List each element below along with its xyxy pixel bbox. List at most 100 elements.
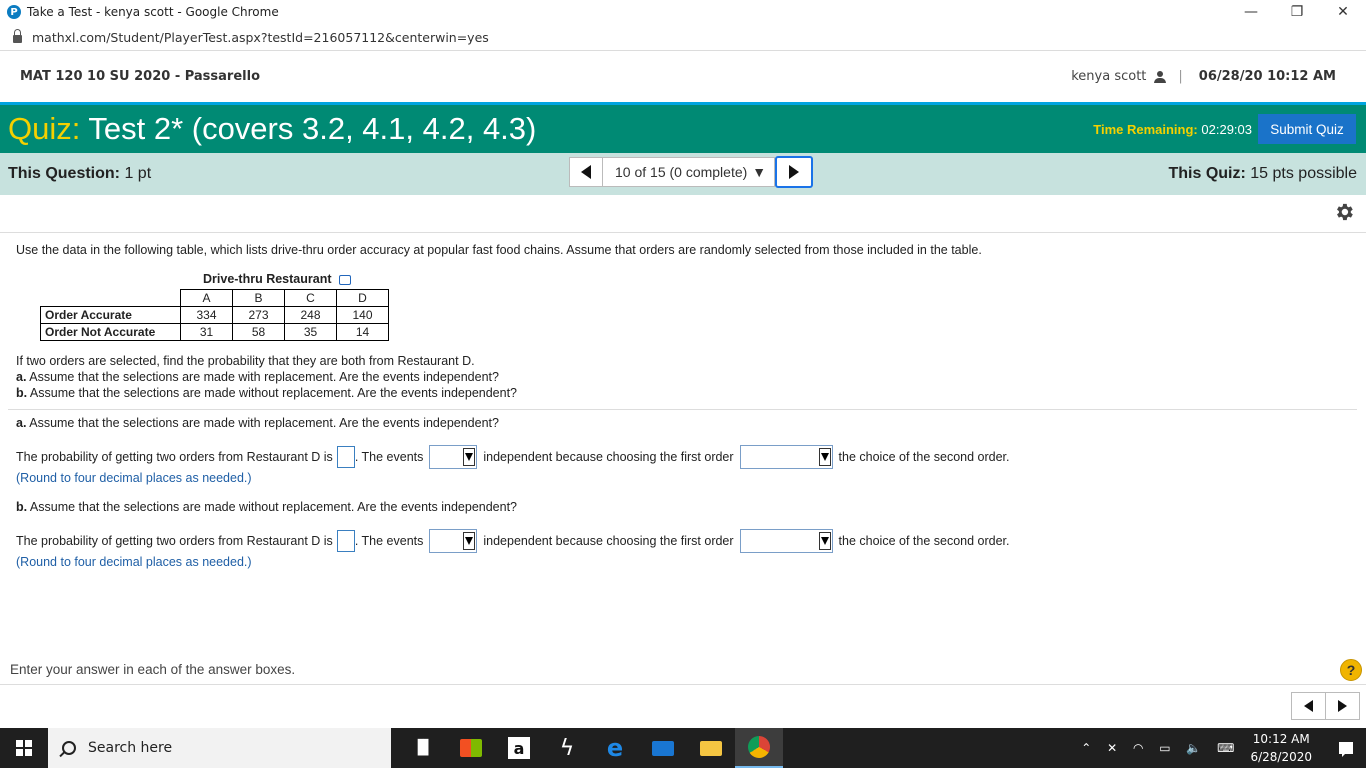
file-explorer-icon[interactable] bbox=[687, 728, 735, 768]
table-row-label: Order Accurate bbox=[40, 306, 181, 324]
task-view-icon[interactable]: ▐▌ bbox=[399, 728, 447, 768]
divider bbox=[0, 684, 1366, 685]
part-a-prob-text: The probability of getting two orders fr… bbox=[16, 450, 333, 464]
part-a-independent-text: independent because choosing the first o… bbox=[483, 450, 734, 464]
windows-logo-icon bbox=[16, 740, 32, 756]
footer-instruction: Enter your answer in each of the answer … bbox=[10, 662, 296, 677]
pearson-favicon-icon: P bbox=[7, 5, 21, 19]
part-a-probability-input[interactable] bbox=[336, 446, 355, 468]
user-name[interactable]: kenya scott bbox=[1071, 69, 1146, 84]
search-icon bbox=[62, 741, 76, 755]
window-controls: — ❐ ✕ bbox=[1228, 0, 1366, 24]
part-a-choice-dropdown[interactable] bbox=[739, 445, 833, 469]
close-button[interactable]: ✕ bbox=[1320, 0, 1366, 24]
table-corner-cell bbox=[40, 289, 181, 307]
help-button[interactable]: ? bbox=[1340, 659, 1362, 681]
this-question: This Question: 1 pt bbox=[8, 165, 151, 183]
table-title-text: Drive-thru Restaurant bbox=[203, 272, 332, 286]
pager-previous-button[interactable] bbox=[1292, 693, 1326, 719]
time-remaining-value: 02:29:03 bbox=[1201, 121, 1252, 137]
problem-item-a: a. Assume that the selections are made w… bbox=[16, 369, 517, 385]
notifications-icon[interactable] bbox=[1326, 728, 1366, 768]
dropdown-arrow-icon bbox=[818, 448, 831, 466]
table-row-label: Order Not Accurate bbox=[40, 323, 181, 341]
divider bbox=[0, 232, 1366, 233]
part-b-probability-input[interactable] bbox=[336, 530, 355, 552]
dropdown-arrow-icon bbox=[818, 532, 831, 550]
table-cell: 31 bbox=[180, 323, 233, 341]
part-b-answer-line: The probability of getting two orders fr… bbox=[16, 529, 1010, 553]
item-b-prefix: b. bbox=[16, 386, 28, 400]
data-table: A B C D Order Accurate 334 273 248 140 O… bbox=[40, 289, 389, 341]
amazon-letter: a bbox=[508, 737, 530, 759]
table-title: Drive-thru Restaurant bbox=[203, 272, 351, 286]
taskbar-search[interactable]: Search here bbox=[48, 728, 391, 768]
problem-item-b: b. Assume that the selections are made w… bbox=[16, 385, 517, 401]
item-a-text: Assume that the selections are made with… bbox=[29, 370, 499, 384]
part-a-heading-text: Assume that the selections are made with… bbox=[29, 416, 499, 430]
table-cell: 248 bbox=[284, 306, 337, 324]
store-icon[interactable] bbox=[447, 728, 495, 768]
part-a-prefix: a. bbox=[16, 416, 27, 430]
windows-taskbar: Search here ▐▌ a ϟ e ⌃ ✕ ◠ ▭ 🔈 ⌨ 10:12 A… bbox=[0, 728, 1366, 768]
start-button[interactable] bbox=[0, 728, 48, 768]
quiz-label: Quiz: bbox=[8, 111, 81, 146]
table-cell: 334 bbox=[180, 306, 233, 324]
this-quiz-points: 15 pts possible bbox=[1250, 165, 1357, 182]
table-cell: 140 bbox=[336, 306, 389, 324]
copy-table-icon[interactable] bbox=[338, 275, 351, 285]
taskbar-search-placeholder: Search here bbox=[88, 740, 173, 756]
tray-icons[interactable]: ⌃ ✕ ◠ ▭ 🔈 ⌨ bbox=[1081, 741, 1240, 755]
lock-icon bbox=[13, 29, 22, 43]
question-navigator: 10 of 15 (0 complete) ▼ bbox=[569, 156, 813, 189]
url-text[interactable]: mathxl.com/Student/PlayerTest.aspx?testI… bbox=[32, 30, 489, 45]
part-b-events-dropdown[interactable] bbox=[429, 529, 478, 553]
this-question-label: This Question: bbox=[8, 165, 120, 182]
part-b-choice-dropdown[interactable] bbox=[739, 529, 833, 553]
arrow-right-icon bbox=[1338, 700, 1347, 712]
window-titlebar: P Take a Test - kenya scott - Google Chr… bbox=[0, 0, 1366, 24]
table-cell: 35 bbox=[284, 323, 337, 341]
submit-quiz-button[interactable]: Submit Quiz bbox=[1258, 114, 1356, 144]
clock[interactable]: 10:12 AM 6/28/2020 bbox=[1250, 730, 1312, 766]
time-remaining-label: Time Remaining: bbox=[1093, 121, 1198, 137]
table-header-row: A B C D bbox=[40, 289, 389, 307]
arrow-left-icon bbox=[1304, 700, 1313, 712]
part-b-round-note: (Round to four decimal places as needed.… bbox=[16, 555, 252, 569]
table-header-cell: D bbox=[336, 289, 389, 307]
next-question-button[interactable] bbox=[775, 156, 813, 188]
divider bbox=[8, 409, 1357, 410]
winamp-icon[interactable]: ϟ bbox=[543, 728, 591, 768]
pager-next-button[interactable] bbox=[1326, 693, 1359, 719]
table-row: Order Not Accurate 31 58 35 14 bbox=[40, 323, 389, 341]
edge-icon[interactable]: e bbox=[591, 728, 639, 768]
this-quiz: This Quiz: 15 pts possible bbox=[1168, 165, 1357, 183]
previous-question-button[interactable] bbox=[569, 157, 603, 187]
course-header: MAT 120 10 SU 2020 - Passarello kenya sc… bbox=[0, 51, 1366, 102]
settings-gear-icon[interactable] bbox=[1333, 201, 1355, 223]
restore-button[interactable]: ❐ bbox=[1274, 0, 1320, 24]
amazon-icon[interactable]: a bbox=[495, 728, 543, 768]
part-a-events-text: . The events bbox=[354, 450, 424, 464]
table-cell: 58 bbox=[232, 323, 285, 341]
arrow-left-icon bbox=[581, 165, 591, 179]
question-bar: This Question: 1 pt 10 of 15 (0 complete… bbox=[0, 153, 1366, 195]
table-header-cell: A bbox=[180, 289, 233, 307]
item-b-text: Assume that the selections are made with… bbox=[29, 386, 518, 400]
arrow-right-icon bbox=[789, 165, 799, 179]
user-icon[interactable] bbox=[1154, 70, 1167, 83]
quiz-title: Test 2* (covers 3.2, 4.1, 4.2, 4.3) bbox=[88, 111, 537, 146]
part-b-independent-text: independent because choosing the first o… bbox=[483, 534, 734, 548]
part-a-events-dropdown[interactable] bbox=[429, 445, 478, 469]
mail-icon[interactable] bbox=[639, 728, 687, 768]
dropdown-arrow-icon bbox=[463, 532, 476, 550]
part-b-heading-text: Assume that the selections are made with… bbox=[29, 500, 518, 514]
taskbar-apps: ▐▌ a ϟ e bbox=[399, 728, 783, 768]
address-bar[interactable]: mathxl.com/Student/PlayerTest.aspx?testI… bbox=[0, 24, 1366, 51]
question-selector[interactable]: 10 of 15 (0 complete) ▼ bbox=[603, 157, 775, 187]
pager bbox=[1291, 692, 1360, 720]
chrome-icon[interactable] bbox=[735, 728, 783, 768]
minimize-button[interactable]: — bbox=[1228, 0, 1274, 24]
item-a-prefix: a. bbox=[16, 370, 27, 384]
problem-question: If two orders are selected, find the pro… bbox=[16, 354, 475, 368]
